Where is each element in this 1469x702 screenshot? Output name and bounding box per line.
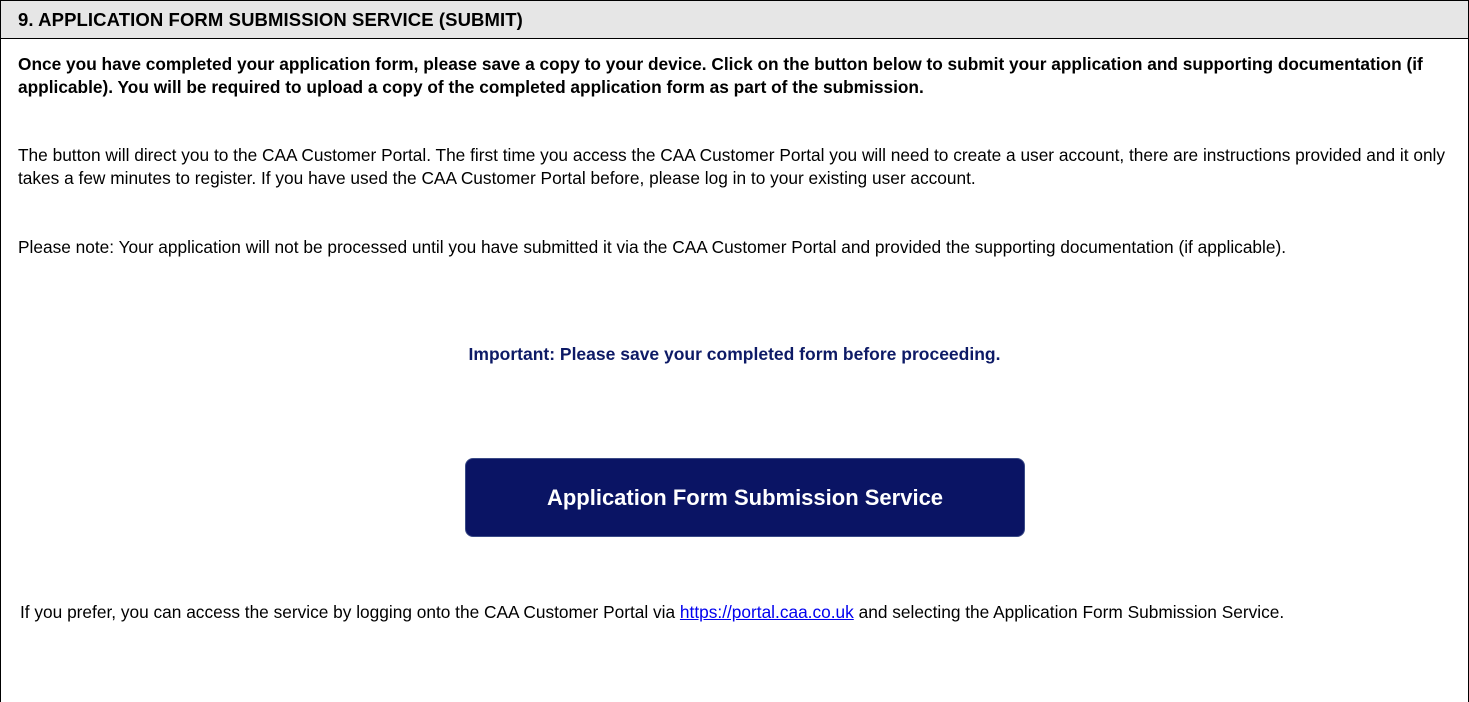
intro-instructions: Once you have completed your application… <box>18 54 1423 97</box>
note-paragraph: Please note: Your application will not b… <box>18 237 1287 257</box>
alternative-suffix: and selecting the Application Form Submi… <box>853 602 1285 622</box>
alternative-access-paragraph: If you prefer, you can access the servic… <box>20 601 1450 624</box>
section-title: 9. APPLICATION FORM SUBMISSION SERVICE (… <box>18 9 523 30</box>
section-header: 9. APPLICATION FORM SUBMISSION SERVICE (… <box>1 1 1468 39</box>
portal-info-paragraph: The button will direct you to the CAA Cu… <box>18 145 1446 188</box>
portal-link[interactable]: https://portal.caa.co.uk <box>680 602 854 622</box>
important-notice: Important: Please save your completed fo… <box>468 344 1001 364</box>
alternative-prefix: If you prefer, you can access the servic… <box>20 602 680 622</box>
form-section-frame: 9. APPLICATION FORM SUBMISSION SERVICE (… <box>0 0 1469 702</box>
application-form-submission-button[interactable]: Application Form Submission Service <box>465 458 1025 537</box>
